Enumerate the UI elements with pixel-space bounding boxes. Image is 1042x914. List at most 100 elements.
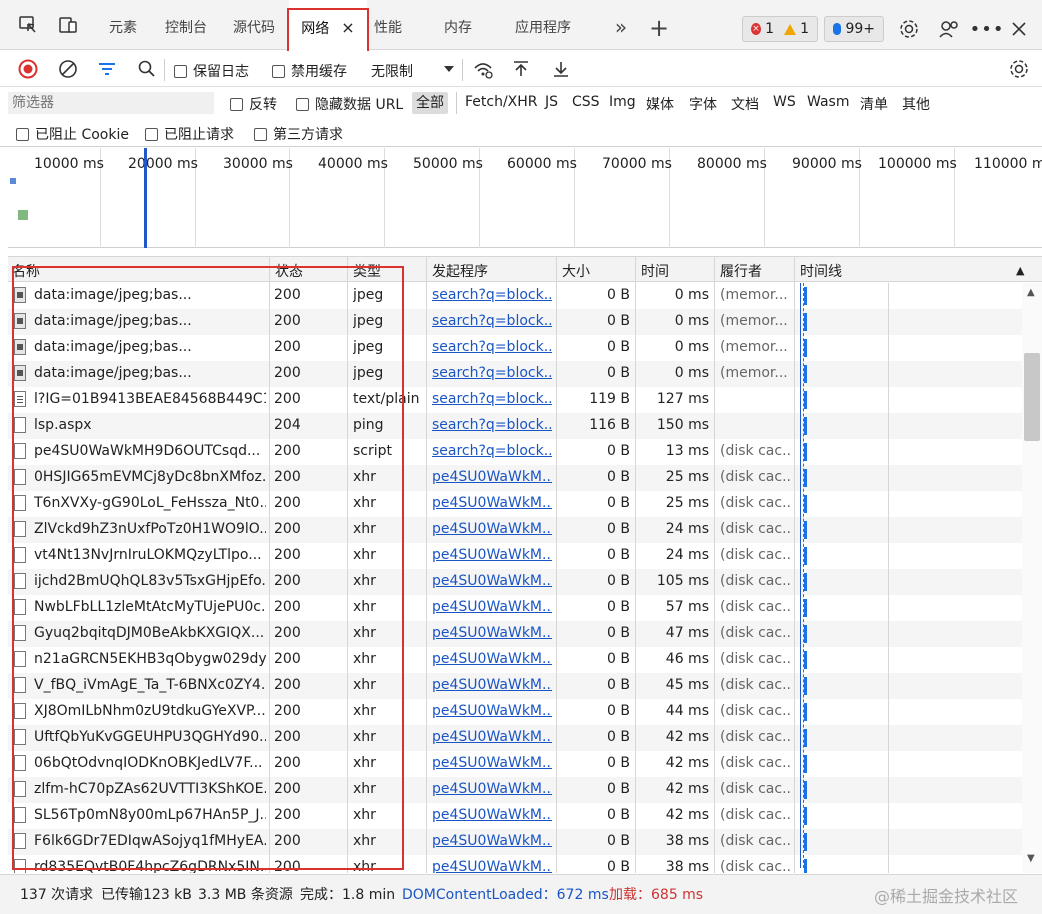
cell-initiator[interactable]: pe4SU0WaWkM... bbox=[432, 625, 552, 641]
filter-type-doc[interactable]: 文档 bbox=[731, 94, 759, 114]
filter-type-ws[interactable]: WS bbox=[773, 94, 796, 110]
more-options-icon[interactable]: ••• bbox=[970, 16, 1004, 42]
filter-type-img[interactable]: Img bbox=[609, 94, 636, 110]
tab-sources[interactable]: 源代码 bbox=[224, 0, 284, 50]
column-divider[interactable] bbox=[426, 257, 427, 283]
clear-icon[interactable] bbox=[55, 56, 81, 82]
tab-application[interactable]: 应用程序 bbox=[506, 0, 580, 50]
cell-initiator[interactable]: pe4SU0WaWkM... bbox=[432, 469, 552, 485]
cell-initiator[interactable]: search?q=block... bbox=[432, 313, 552, 329]
column-type[interactable]: 类型 bbox=[353, 261, 381, 281]
column-divider[interactable] bbox=[635, 257, 636, 283]
table-row[interactable]: 06bQtOdvnqIODKnOBKJedLV7F... 200 xhr pe4SU0… bbox=[8, 751, 1022, 777]
table-row[interactable]: data:image/jpeg;bas... 200 jpeg search?q=bl… bbox=[8, 283, 1022, 309]
column-divider[interactable] bbox=[714, 257, 715, 283]
throttle-select[interactable]: 无限制 bbox=[371, 61, 413, 81]
checkbox-box[interactable] bbox=[230, 97, 243, 111]
column-waterfall[interactable]: 时间线 bbox=[800, 261, 842, 281]
cell-initiator[interactable]: search?q=block... bbox=[432, 365, 552, 381]
close-icon[interactable]: × bbox=[341, 18, 354, 37]
filter-type-other[interactable]: 其他 bbox=[902, 94, 930, 114]
filter-type-manifest[interactable]: 清单 bbox=[860, 94, 888, 114]
tab-elements[interactable]: 元素 bbox=[100, 0, 146, 50]
cell-initiator[interactable]: search?q=block... bbox=[432, 287, 552, 303]
cell-initiator[interactable]: pe4SU0WaWkM... bbox=[432, 677, 552, 693]
column-divider[interactable] bbox=[556, 257, 557, 283]
table-row[interactable]: rd835EQvtB0F4hpcZ6gDRNx5IN... 200 xhr pe4SU… bbox=[8, 855, 1022, 873]
filter-type-media[interactable]: 媒体 bbox=[646, 94, 674, 114]
cell-initiator[interactable]: pe4SU0WaWkM... bbox=[432, 859, 552, 873]
table-row[interactable]: T6nXVXy-gG90LoL_FeHssza_Nt0... 200 xhr pe4S… bbox=[8, 491, 1022, 517]
inspect-element-icon[interactable] bbox=[15, 12, 41, 38]
checkbox-box[interactable] bbox=[145, 127, 158, 141]
table-row[interactable]: ZlVckd9hZ3nUxfPoTz0H1WO9lO... 200 xhr pe4SU… bbox=[8, 517, 1022, 543]
cell-initiator[interactable]: pe4SU0WaWkM... bbox=[432, 729, 552, 745]
add-tab-icon[interactable]: + bbox=[646, 0, 672, 50]
cell-initiator[interactable]: pe4SU0WaWkM... bbox=[432, 781, 552, 797]
filter-icon[interactable] bbox=[94, 56, 120, 82]
table-row[interactable]: lsp.aspx 204 ping search?q=block... 116 B 150… bbox=[8, 413, 1022, 439]
cell-initiator[interactable]: pe4SU0WaWkM... bbox=[432, 703, 552, 719]
cell-initiator[interactable]: search?q=block... bbox=[432, 391, 552, 407]
column-divider[interactable] bbox=[794, 257, 795, 283]
column-status[interactable]: 状态 bbox=[275, 261, 303, 281]
disable-cache-checkbox[interactable]: 禁用缓存 bbox=[272, 61, 347, 81]
table-row[interactable]: ijchd2BmUQhQL83v5TsxGHjpEfo... 200 xhr pe4S… bbox=[8, 569, 1022, 595]
filter-type-js[interactable]: JS bbox=[545, 94, 558, 110]
table-row[interactable]: NwbLFbLL1zleMtAtcMyTUjePU0c... 200 xhr pe4S… bbox=[8, 595, 1022, 621]
feedback-icon[interactable] bbox=[936, 16, 962, 42]
column-divider[interactable] bbox=[347, 257, 348, 283]
table-row[interactable]: vt4Nt13NvJrnIruLOKMQzyLTlpo... 200 xhr pe4S… bbox=[8, 543, 1022, 569]
cell-initiator[interactable]: pe4SU0WaWkM... bbox=[432, 547, 552, 563]
vertical-scrollbar[interactable]: ▲ ▼ bbox=[1022, 283, 1042, 873]
cell-initiator[interactable]: pe4SU0WaWkM... bbox=[432, 755, 552, 771]
network-settings-gear-icon[interactable] bbox=[1006, 56, 1032, 82]
cell-initiator[interactable]: pe4SU0WaWkM... bbox=[432, 833, 552, 849]
close-devtools-icon[interactable] bbox=[1006, 16, 1032, 42]
scroll-up-icon[interactable]: ▲ bbox=[1027, 287, 1035, 298]
filter-type-font[interactable]: 字体 bbox=[689, 94, 717, 114]
cell-initiator[interactable]: search?q=block... bbox=[432, 443, 552, 459]
column-fulfilled-by[interactable]: 履行者 bbox=[720, 261, 762, 281]
search-icon[interactable] bbox=[134, 56, 160, 82]
preserve-log-checkbox[interactable]: 保留日志 bbox=[174, 61, 249, 81]
filter-type-wasm[interactable]: Wasm bbox=[807, 94, 849, 110]
column-initiator[interactable]: 发起程序 bbox=[432, 261, 488, 281]
tab-performance[interactable]: 性能 bbox=[368, 0, 408, 50]
hide-data-url-checkbox[interactable]: 隐藏数据 URL bbox=[296, 94, 403, 114]
table-row[interactable]: n21aGRCN5EKHB3qObygw029dy... 200 xhr pe4SU0… bbox=[8, 647, 1022, 673]
column-divider[interactable] bbox=[269, 257, 270, 283]
scroll-thumb[interactable] bbox=[1024, 353, 1040, 441]
gear-icon[interactable] bbox=[896, 16, 922, 42]
table-row[interactable]: 0HSJIG65mEVMCj8yDc8bnXMfoz... 200 xhr pe4SU… bbox=[8, 465, 1022, 491]
table-row[interactable]: UftfQbYuKvGGEUHPU3QGHYd90... 200 xhr pe4SU0… bbox=[8, 725, 1022, 751]
checkbox-box[interactable] bbox=[174, 64, 187, 78]
filter-input[interactable] bbox=[8, 92, 214, 114]
cell-initiator[interactable]: pe4SU0WaWkM... bbox=[432, 599, 552, 615]
cell-initiator[interactable]: pe4SU0WaWkM... bbox=[432, 807, 552, 823]
blocked-cookies-checkbox[interactable]: 已阻止 Cookie bbox=[16, 124, 129, 144]
issues-badge[interactable]: 99+ bbox=[824, 16, 884, 42]
table-row[interactable]: data:image/jpeg;bas... 200 jpeg search?q=bl… bbox=[8, 309, 1022, 335]
dropdown-arrow-icon[interactable] bbox=[436, 56, 462, 82]
cell-initiator[interactable]: pe4SU0WaWkM... bbox=[432, 651, 552, 667]
checkbox-box[interactable] bbox=[272, 64, 285, 78]
filter-type-all[interactable]: 全部 bbox=[412, 92, 448, 114]
table-row[interactable]: data:image/jpeg;bas... 200 jpeg search?q=bl… bbox=[8, 335, 1022, 361]
tab-memory[interactable]: 内存 bbox=[436, 0, 480, 50]
cell-initiator[interactable]: search?q=block... bbox=[432, 417, 552, 433]
cell-initiator[interactable]: pe4SU0WaWkM... bbox=[432, 521, 552, 537]
record-icon[interactable] bbox=[15, 56, 41, 82]
device-toolbar-icon[interactable] bbox=[55, 12, 81, 38]
column-time[interactable]: 时间 bbox=[641, 261, 669, 281]
table-row[interactable]: zlfm-hC70pZAs62UVTTI3KShKOE... 200 xhr pe4S… bbox=[8, 777, 1022, 803]
filter-type-fetch-xhr[interactable]: Fetch/XHR bbox=[465, 94, 538, 110]
checkbox-box[interactable] bbox=[16, 127, 29, 141]
filter-type-css[interactable]: CSS bbox=[572, 94, 600, 110]
more-tabs-icon[interactable]: » bbox=[608, 0, 634, 50]
third-party-checkbox[interactable]: 第三方请求 bbox=[254, 124, 343, 144]
table-row[interactable]: F6lk6GDr7EDIqwASojyq1fMHyEA... 200 xhr pe4S… bbox=[8, 829, 1022, 855]
sort-ascending-icon[interactable]: ▲ bbox=[1016, 264, 1024, 277]
table-row[interactable]: pe4SU0WaWkMH9D6OUTCsqd... 200 script search… bbox=[8, 439, 1022, 465]
cell-initiator[interactable]: pe4SU0WaWkM... bbox=[432, 573, 552, 589]
